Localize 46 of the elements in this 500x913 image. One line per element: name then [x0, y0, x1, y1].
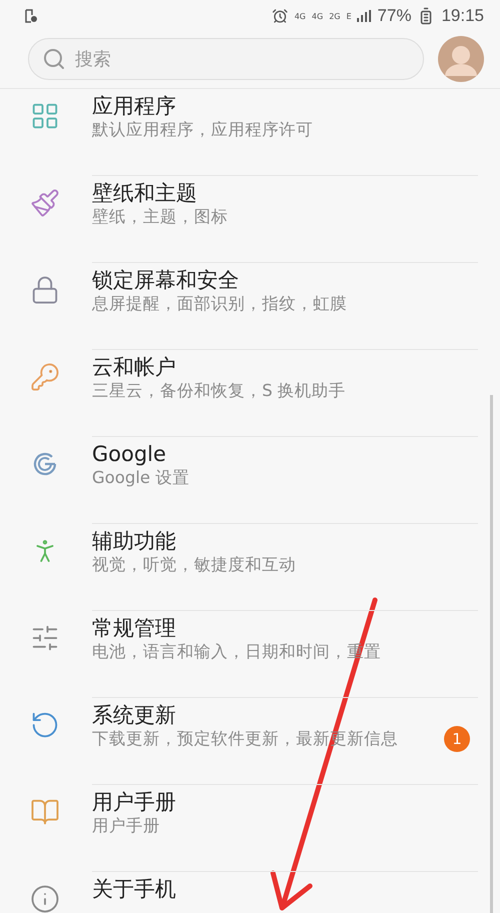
network-label: 4G [294, 12, 306, 20]
notification-badge: 1 [444, 726, 470, 752]
settings-item[interactable]: 关于手机 [0, 872, 500, 913]
lock-icon [30, 275, 60, 305]
info-icon [30, 884, 60, 913]
settings-item[interactable]: 云和帐户 三星云，备份和恢复，S 换机助手 [0, 350, 500, 437]
item-title: 应用程序 [92, 93, 177, 119]
settings-item[interactable]: 辅助功能 视觉，听觉，敏捷度和互动 [0, 524, 500, 611]
item-title: Google [92, 441, 168, 467]
paintbrush-icon [30, 188, 60, 218]
item-subtitle: 视觉，听觉，敏捷度和互动 [92, 554, 296, 576]
settings-item[interactable]: 用户手册 用户手册 [0, 785, 500, 872]
settings-item[interactable]: 锁定屏幕和安全 息屏提醒，面部识别，指纹，虹膜 [0, 263, 500, 350]
item-title: 锁定屏幕和安全 [92, 267, 240, 293]
book-icon [30, 797, 60, 827]
item-title: 用户手册 [92, 789, 177, 815]
signal-icon [357, 10, 372, 22]
item-subtitle: Google 设置 [92, 467, 190, 489]
item-title: 壁纸和主题 [92, 180, 198, 206]
settings-item[interactable]: 壁纸和主题 壁纸，主题，图标 [0, 176, 500, 263]
item-subtitle: 息屏提醒，面部识别，指纹，虹膜 [92, 293, 347, 315]
network-label: 4G [312, 12, 324, 20]
app-grid-icon [30, 101, 60, 131]
item-subtitle: 用户手册 [92, 815, 160, 837]
item-title: 云和帐户 [92, 354, 177, 380]
network-label: 2G [329, 12, 340, 20]
item-title: 辅助功能 [92, 528, 177, 554]
item-title: 关于手机 [92, 876, 177, 902]
item-subtitle: 三星云，备份和恢复，S 换机助手 [92, 380, 346, 402]
item-title: 系统更新 [92, 702, 177, 728]
item-subtitle: 默认应用程序，应用程序许可 [92, 119, 313, 141]
item-subtitle: 壁纸，主题，图标 [92, 206, 228, 228]
search-icon [42, 47, 66, 71]
alarm-icon [272, 8, 288, 24]
screenshot-icon [24, 9, 38, 23]
clock-time: 19:15 [441, 6, 484, 26]
key-icon [30, 362, 60, 392]
battery-percent: 77% [377, 6, 412, 26]
sliders-icon [30, 623, 60, 653]
search-field[interactable]: 搜索 [28, 38, 424, 80]
network-label: E [346, 12, 352, 20]
settings-item[interactable]: Google Google 设置 [0, 437, 500, 524]
settings-item[interactable]: 应用程序 默认应用程序，应用程序许可 [0, 89, 500, 176]
refresh-icon [30, 710, 60, 740]
avatar[interactable] [438, 36, 484, 82]
item-title: 常规管理 [92, 615, 177, 641]
